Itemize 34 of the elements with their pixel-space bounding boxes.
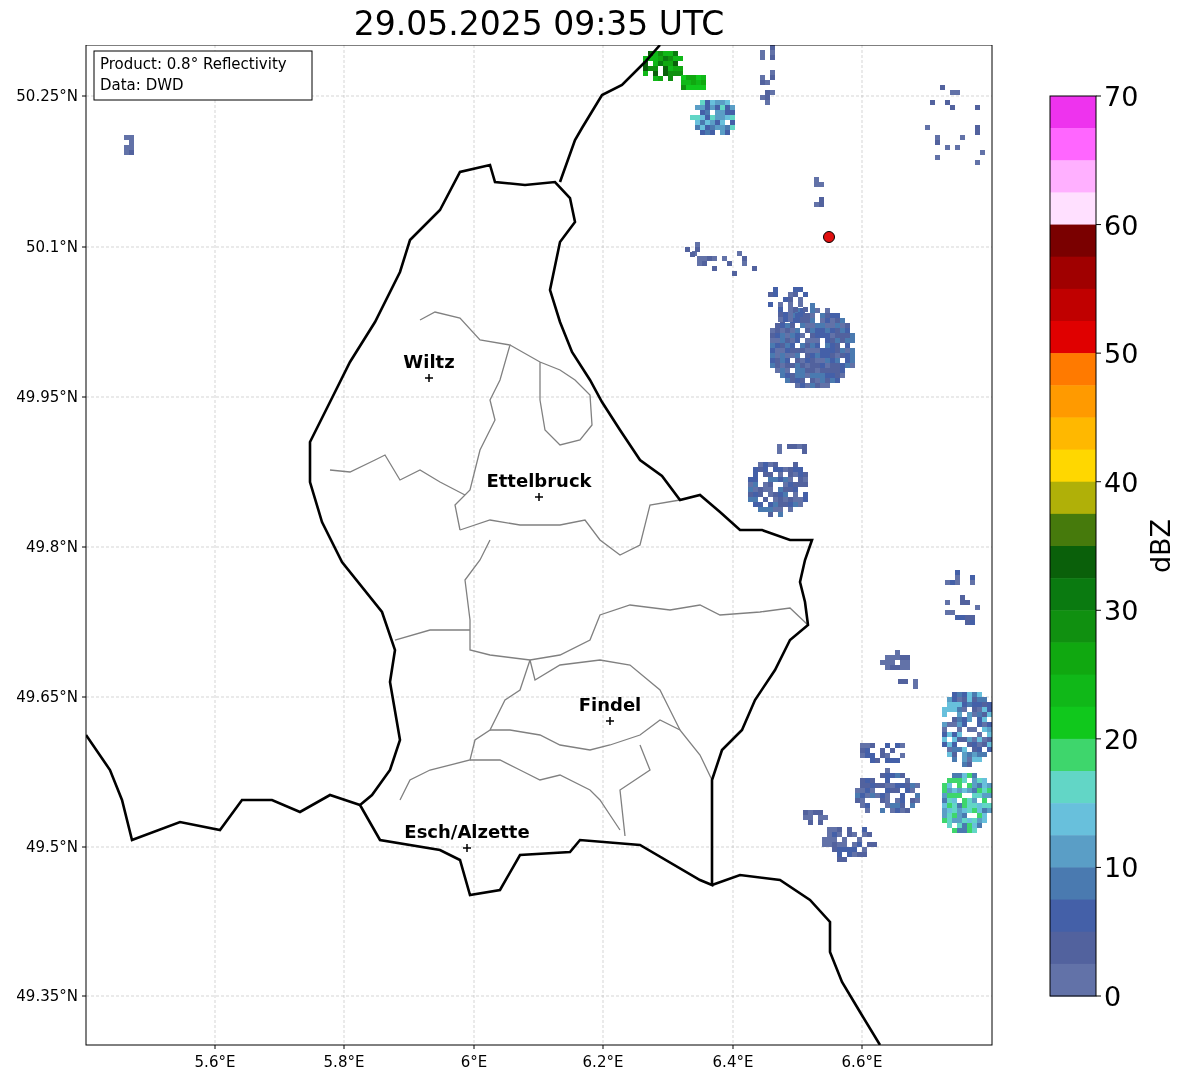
axis-tick-label: 49.35°N	[16, 987, 78, 1005]
colorbar-tick-label: 50	[1104, 338, 1139, 370]
city-label: Wiltz	[403, 351, 455, 372]
colorbar-axis-label: dBZ	[1145, 518, 1176, 574]
colorbar-tick-label: 40	[1104, 466, 1139, 498]
axis-tick-label: 49.8°N	[25, 538, 78, 556]
city-marker-icon	[605, 716, 615, 726]
city-label: Findel	[578, 694, 642, 715]
city-marker-icon	[424, 373, 434, 383]
radar-site-marker	[823, 231, 835, 243]
axis-tick-label: 6°E	[460, 1053, 488, 1071]
axis-tick-label: 50.25°N	[16, 87, 78, 105]
axis-tick-label: 5.6°E	[194, 1053, 236, 1071]
colorbar-tick-label: 20	[1104, 723, 1139, 755]
colorbar-tick-label: 30	[1104, 595, 1139, 627]
axis-tick-label: 6.6°E	[841, 1053, 883, 1071]
city-label: Esch/Alzette	[404, 821, 530, 842]
colorbar-tick-label: 10	[1104, 852, 1139, 884]
colorbar-tick-label: 60	[1104, 209, 1139, 241]
axis-tick-label: 49.95°N	[16, 388, 78, 406]
city-label: Ettelbruck	[486, 470, 592, 491]
axis-tick-label: 49.65°N	[16, 688, 78, 706]
info-text: Data: DWD	[100, 76, 184, 94]
map-title: 29.05.2025 09:35 UTC	[352, 3, 726, 45]
info-text: Product: 0.8° Reflectivity	[100, 55, 287, 73]
axis-tick-label: 50.1°N	[25, 238, 78, 256]
city-marker-icon	[462, 843, 472, 853]
axis-tick-label: 5.8°E	[323, 1053, 365, 1071]
colorbar-tick-label: 70	[1104, 81, 1139, 112]
colorbar-tick-label: 0	[1104, 981, 1122, 1012]
axis-tick-label: 49.5°N	[25, 838, 78, 856]
city-marker-icon	[534, 492, 544, 502]
axis-tick-label: 6.2°E	[582, 1053, 624, 1071]
axis-tick-label: 6.4°E	[712, 1053, 754, 1071]
